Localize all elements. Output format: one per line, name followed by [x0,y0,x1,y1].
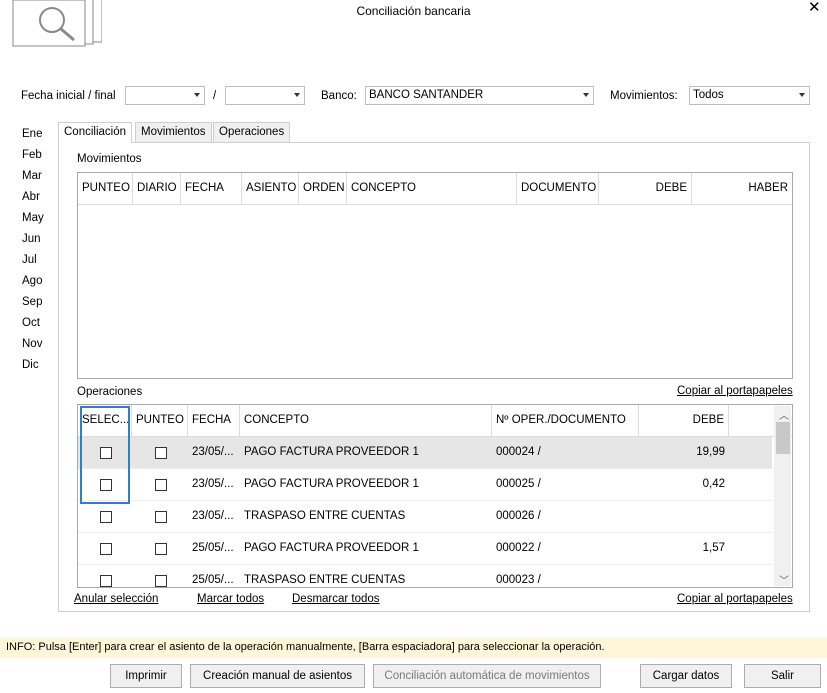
info-bar: INFO: Pulsa [Enter] para crear el asient… [0,637,827,658]
row-documento: 000023 / [496,574,541,586]
movimientos-value: Todos [693,89,724,101]
scroll-up-icon[interactable]: ︿ [779,407,789,422]
month-item[interactable]: Ago [22,275,44,296]
operaciones-grid[interactable]: SELEC... PUNTEO FECHA CONCEPTO Nº OPER./… [77,404,793,588]
col-concepto[interactable]: CONCEPTO [347,173,517,204]
punteo-checkbox[interactable] [155,479,167,491]
row-fecha: 23/05/... [192,446,234,458]
punteo-checkbox[interactable] [155,447,167,459]
col-punteo[interactable]: PUNTEO [132,405,188,436]
tab-conciliacion[interactable]: Conciliación [58,122,133,143]
conciliacion-automatica-button[interactable]: Conciliación automática de movimientos [373,664,601,688]
operaciones-title: Operaciones [77,386,143,398]
col-debe[interactable]: DEBE [599,173,692,204]
month-item[interactable]: Abr [22,191,44,212]
copy-clipboard-link-bottom[interactable]: Copiar al portapapeles [677,593,793,605]
month-item[interactable]: Oct [22,317,44,338]
row-fecha: 23/05/... [192,510,234,522]
col-punteo[interactable]: PUNTEO [78,173,133,204]
col-fecha[interactable]: FECHA [181,173,242,204]
col-concepto[interactable]: CONCEPTO [240,405,492,436]
movimientos-grid[interactable]: PUNTEO DIARIO FECHA ASIENTO ORDEN CONCEP… [77,172,793,379]
row-concepto: PAGO FACTURA PROVEEDOR 1 [244,542,419,554]
col-asiento[interactable]: ASIENTO [242,173,299,204]
row-concepto: TRASPASO ENTRE CUENTAS [244,574,406,586]
row-concepto: PAGO FACTURA PROVEEDOR 1 [244,478,419,490]
table-row[interactable]: 25/05/... PAGO FACTURA PROVEEDOR 1 00002… [78,533,772,565]
month-item[interactable]: Sep [22,296,44,317]
month-item[interactable]: Jun [22,233,44,254]
row-debe: 0,42 [702,478,725,490]
chevron-down-icon [194,93,200,97]
table-row[interactable]: 23/05/... TRASPASO ENTRE CUENTAS 000026 … [78,501,772,533]
imprimir-button[interactable]: Imprimir [110,664,182,688]
col-fecha[interactable]: FECHA [188,405,240,436]
select-checkbox[interactable] [100,511,112,523]
banco-select[interactable]: BANCO SANTANDER [365,86,594,105]
creacion-manual-button[interactable]: Creación manual de asientos [190,664,365,688]
chevron-down-icon [294,93,300,97]
chevron-down-icon [799,93,805,97]
col-documento[interactable]: DOCUMENTO [517,173,599,204]
cargar-datos-button[interactable]: Cargar datos [640,664,732,688]
month-item[interactable]: Jul [22,254,44,275]
select-checkbox[interactable] [100,543,112,555]
month-item[interactable]: Feb [22,149,44,170]
fecha-final-select[interactable] [225,86,305,105]
movimientos-label: Movimientos: [610,90,678,102]
chevron-down-icon [583,93,589,97]
month-item[interactable]: Dic [22,359,44,380]
window-title: Conciliación bancaria [356,4,471,18]
col-orden[interactable]: ORDEN [299,173,347,204]
tab-movimientos[interactable]: Movimientos [135,122,212,142]
close-icon[interactable]: ✕ [808,0,821,16]
row-documento: 000022 / [496,542,541,554]
scrollbar-thumb[interactable] [776,422,790,454]
table-row[interactable]: 25/05/... TRASPASO ENTRE CUENTAS 000023 … [78,565,772,587]
month-list: Ene Feb Mar Abr May Jun Jul Ago Sep Oct … [22,128,44,380]
row-debe: 1,57 [702,542,725,554]
header-divider [78,204,792,205]
movimientos-title: Movimientos [77,153,142,165]
row-fecha: 25/05/... [192,542,234,554]
movimientos-select[interactable]: Todos [689,86,810,105]
select-checkbox[interactable] [100,575,112,587]
punteo-checkbox[interactable] [155,575,167,587]
col-diario[interactable]: DIARIO [133,173,181,204]
month-item[interactable]: Nov [22,338,44,359]
banco-value: BANCO SANTANDER [369,89,484,101]
row-documento: 000024 / [496,446,541,458]
month-item[interactable]: Ene [22,128,44,149]
col-oper-documento[interactable]: Nº OPER./DOCUMENTO [492,405,639,436]
row-debe: 19,99 [696,446,725,458]
fecha-separator: / [213,90,217,102]
desmarcar-todos-link[interactable]: Desmarcar todos [292,593,380,605]
col-debe[interactable]: DEBE [639,405,729,436]
row-fecha: 23/05/... [192,478,234,490]
row-fecha: 25/05/... [192,574,234,586]
fecha-label: Fecha inicial / final [21,90,116,102]
copy-clipboard-link-top[interactable]: Copiar al portapapeles [677,385,793,397]
col-haber[interactable]: HABER [692,173,792,204]
tab-operaciones[interactable]: Operaciones [213,122,291,142]
fecha-inicial-select[interactable] [125,86,205,105]
table-row[interactable]: 23/05/... PAGO FACTURA PROVEEDOR 1 00002… [78,437,772,469]
punteo-checkbox[interactable] [155,543,167,555]
month-item[interactable]: Mar [22,170,44,191]
banco-label: Banco: [321,90,357,102]
scroll-down-icon[interactable]: ﹀ [779,572,789,587]
selection-focus-outline [80,406,130,504]
table-row[interactable]: 23/05/... PAGO FACTURA PROVEEDOR 1 00002… [78,469,772,501]
row-documento: 000025 / [496,478,541,490]
anular-seleccion-link[interactable]: Anular selección [74,593,158,605]
row-concepto: PAGO FACTURA PROVEEDOR 1 [244,446,419,458]
marcar-todos-link[interactable]: Marcar todos [197,593,264,605]
punteo-checkbox[interactable] [155,511,167,523]
month-item[interactable]: May [22,212,44,233]
row-concepto: TRASPASO ENTRE CUENTAS [244,510,406,522]
row-documento: 000026 / [496,510,541,522]
salir-button[interactable]: Salir [744,664,821,688]
